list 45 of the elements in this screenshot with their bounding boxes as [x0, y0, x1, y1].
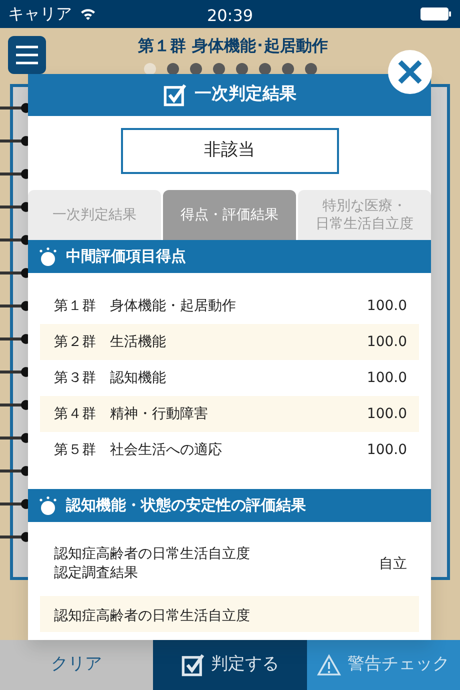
badge-icon [38, 246, 58, 266]
menu-icon [15, 45, 39, 65]
wifi-icon [80, 8, 96, 20]
section-title: 中間評価項目得点 [66, 246, 186, 268]
row-label: 認知症高齢者の日常生活自立度 [54, 606, 250, 626]
row-value: 100.0 [366, 368, 407, 388]
clock-time: 20:39 [206, 5, 254, 27]
close-button[interactable] [388, 50, 432, 94]
page-indicator-dot[interactable] [305, 63, 317, 75]
row-value: 100.0 [366, 332, 407, 352]
section-title: 認知機能・状態の安定性の評価結果 [66, 495, 306, 516]
close-icon [397, 59, 423, 85]
row-value: 100.0 [366, 404, 407, 424]
result-box: 非該当 [120, 128, 338, 174]
warning-check-button[interactable]: 警告チェック [306, 640, 460, 690]
page-indicator-dot[interactable] [190, 63, 202, 75]
row-label: 認知症高齢者の日常生活自立度 認定調査結果 [54, 545, 250, 583]
page-title: 第１群 身体機能･起居動作 [138, 36, 328, 56]
badge-icon [38, 496, 58, 516]
page-indicator-dot[interactable] [167, 63, 179, 75]
menu-button[interactable] [8, 36, 46, 74]
tab[interactable]: 得点・評価結果 [163, 190, 296, 240]
page-indicator-dot[interactable] [144, 63, 156, 75]
warning-icon [317, 654, 342, 676]
carrier-label: キャリア [8, 3, 72, 25]
page-indicator-dot[interactable] [259, 63, 271, 75]
page-indicator-dot[interactable] [236, 63, 248, 75]
checkbox-icon [180, 653, 205, 677]
page-indicator-dot[interactable] [213, 63, 225, 75]
row-label: 第４群 精神・行動障害 [54, 404, 208, 424]
row-value: 100.0 [366, 296, 407, 316]
dialog-title: 一次判定結果 [194, 83, 296, 106]
row-label: 第１群 身体機能・起居動作 [54, 296, 236, 316]
row-label: 第２群 生活機能 [54, 332, 166, 352]
clear-button[interactable]: クリア [0, 640, 154, 690]
row-value: 100.0 [366, 440, 407, 460]
tab[interactable]: 一次判定結果 [28, 190, 161, 240]
judge-button[interactable]: 判定する [153, 640, 307, 690]
row-label: 第５群 社会生活への適応 [54, 440, 222, 460]
checkbox-icon [162, 83, 186, 107]
row-label: 第３群 認知機能 [54, 368, 166, 388]
tab[interactable]: 特別な医療・ 日常生活自立度 [298, 190, 431, 240]
page-indicator-dot[interactable] [282, 63, 294, 75]
row-value: 自立 [379, 554, 407, 574]
battery-icon [420, 7, 452, 21]
